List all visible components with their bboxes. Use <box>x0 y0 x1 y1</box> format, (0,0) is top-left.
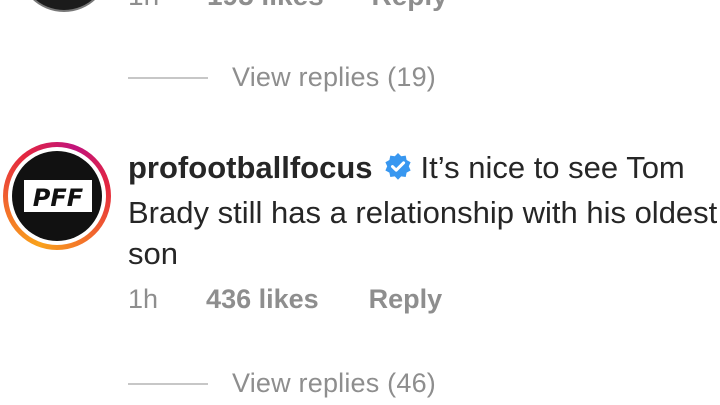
view-replies-button[interactable]: View replies (46) <box>128 368 436 399</box>
comment-likes-button[interactable]: 436 likes <box>206 284 319 315</box>
comment-body: profootballfocus It’s nice to see Tom Br… <box>128 147 718 274</box>
view-replies-button[interactable]: View replies (19) <box>128 62 436 93</box>
view-replies-label: View replies (19) <box>232 62 436 92</box>
previous-comment-avatar[interactable] <box>20 0 108 10</box>
replies-divider-line <box>128 76 208 79</box>
verified-badge-icon <box>383 151 413 192</box>
previous-comment-reply-button[interactable]: Reply <box>372 0 448 11</box>
avatar-inner-border: PFF <box>8 147 106 245</box>
comment-meta: 1h 436 likes Reply <box>128 284 442 315</box>
previous-comment-meta: 1h 195 likes Reply <box>128 0 448 12</box>
comments-section: 1h 195 likes Reply View replies (19) PFF… <box>0 0 720 405</box>
replies-divider-line <box>128 382 208 385</box>
pff-logo-icon: PFF <box>12 151 102 241</box>
previous-comment-likes[interactable]: 195 likes <box>207 0 324 11</box>
comment-reply-button[interactable]: Reply <box>369 284 443 315</box>
comment-time: 1h <box>128 284 159 314</box>
pff-logo-text: PFF <box>33 184 84 212</box>
comment-username[interactable]: profootballfocus <box>128 150 373 185</box>
view-replies-label: View replies (46) <box>232 368 436 398</box>
comment-avatar[interactable]: PFF <box>3 142 111 250</box>
previous-comment-time: 1h <box>128 0 159 11</box>
